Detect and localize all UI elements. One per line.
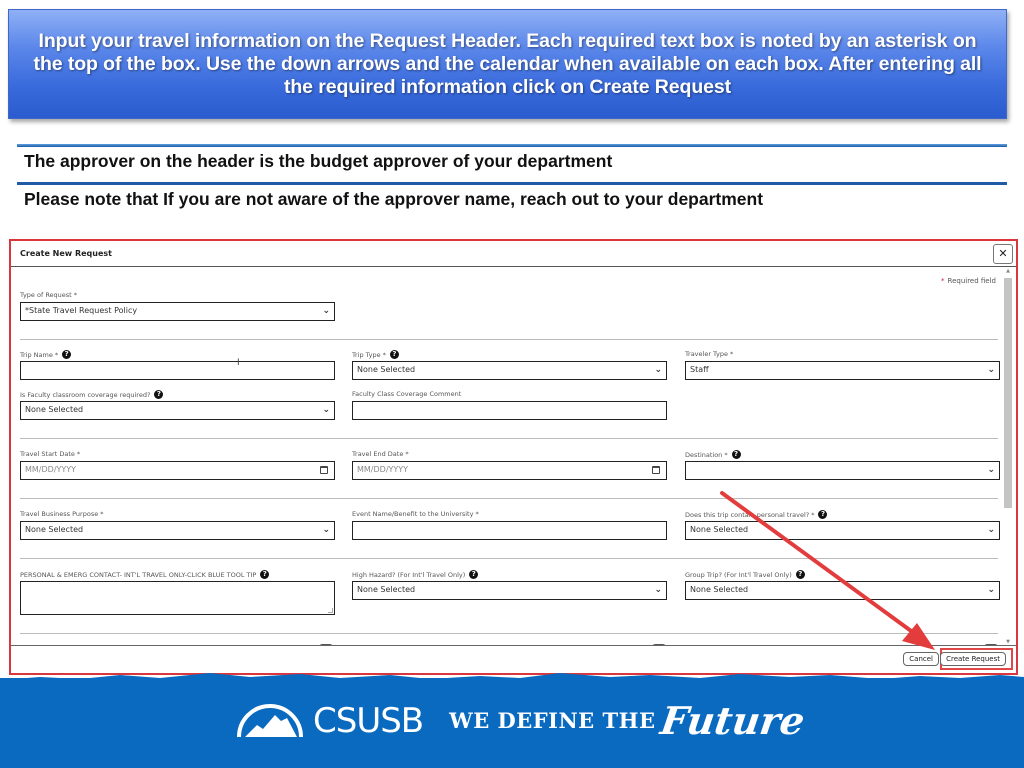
emergency-contact-textarea[interactable] <box>20 581 335 615</box>
brand-content: CSUSB WE DEFINE THE Future <box>235 698 808 743</box>
torn-edge <box>0 673 1024 684</box>
required-star: * <box>941 277 945 285</box>
type-of-request-select[interactable]: *State Travel Request Policy ⌄ <box>20 302 335 321</box>
chevron-down-icon: ⌄ <box>987 365 995 375</box>
close-button[interactable]: ✕ <box>993 244 1013 264</box>
resize-handle[interactable] <box>328 608 333 613</box>
section-divider <box>20 438 998 439</box>
dialog-header: Create New Request ✕ <box>11 241 1016 267</box>
start-date-input[interactable]: MM/DD/YYYY <box>20 461 335 480</box>
calendar-icon[interactable] <box>652 466 660 474</box>
event-name-input[interactable] <box>352 521 667 540</box>
help-icon[interactable]: ? <box>795 570 805 579</box>
help-icon[interactable]: ? <box>731 450 741 459</box>
chevron-down-icon: ⌄ <box>322 525 330 535</box>
tagline-script: Future <box>658 698 808 743</box>
chevron-down-icon: ⌄ <box>987 465 995 475</box>
high-hazard-select[interactable]: None Selected ⌄ <box>352 581 667 600</box>
close-icon: ✕ <box>998 247 1008 260</box>
chevron-down-icon: ⌄ <box>322 405 330 415</box>
personal-travel-select[interactable]: None Selected ⌄ <box>685 521 1000 540</box>
instruction-text: Input your travel information on the Req… <box>33 29 982 98</box>
text-cursor-icon: I <box>237 358 240 368</box>
end-date-input[interactable]: MM/DD/YYYY <box>352 461 667 480</box>
divider-rule <box>17 144 1007 147</box>
vertical-scrollbar[interactable]: ▲ ▼ <box>1002 268 1014 645</box>
emergency-contact-label: PERSONAL & EMERG CONTACT- INT'L TRAVEL O… <box>20 570 270 579</box>
chevron-down-icon: ⌄ <box>322 306 330 316</box>
help-icon[interactable]: ? <box>260 570 270 579</box>
csusb-mountain-logo-icon <box>237 703 303 737</box>
group-trip-label: Group Trip? (For Int'l Travel Only)? <box>685 570 805 579</box>
cancel-button[interactable]: Cancel <box>903 652 939 666</box>
trip-name-label: Trip Name *? <box>20 350 72 359</box>
trip-type-select[interactable]: None Selected ⌄ <box>352 361 667 380</box>
destination-label: Destination *? <box>685 450 741 459</box>
dialog-footer: Cancel Create Request <box>11 645 1016 673</box>
group-trip-select[interactable]: None Selected ⌄ <box>685 581 1000 600</box>
high-hazard-label: High Hazard? (For Int'l Travel Only)? <box>352 570 479 579</box>
create-request-dialog: Create New Request ✕ * Required field Typ… <box>9 239 1018 675</box>
type-of-request-label: Type of Request * <box>20 291 77 299</box>
end-date-label: Travel End Date * <box>352 450 409 458</box>
chevron-down-icon: ⌄ <box>987 525 995 535</box>
scrollbar-thumb[interactable] <box>1004 278 1012 508</box>
faculty-comment-label: Faculty Class Coverage Comment <box>352 390 462 398</box>
tagline: WE DEFINE THE <box>449 708 656 733</box>
section-divider <box>20 498 998 499</box>
traveler-type-select[interactable]: Staff ⌄ <box>685 361 1000 380</box>
help-icon[interactable]: ? <box>818 510 828 519</box>
instruction-banner: Input your travel information on the Req… <box>8 9 1007 119</box>
calendar-icon[interactable] <box>320 466 328 474</box>
business-purpose-label: Travel Business Purpose * <box>20 510 104 518</box>
required-field-note: * Required field <box>941 277 996 285</box>
create-request-button[interactable]: Create Request <box>940 652 1006 666</box>
start-date-label: Travel Start Date * <box>20 450 81 458</box>
destination-select[interactable]: ⌄ <box>685 461 1000 480</box>
section-divider <box>20 558 998 559</box>
faculty-coverage-select[interactable]: None Selected ⌄ <box>20 401 335 420</box>
trip-type-label: Trip Type *? <box>352 350 399 359</box>
dialog-title: Create New Request <box>20 249 112 258</box>
chevron-down-icon: ⌄ <box>654 585 662 595</box>
chevron-down-icon: ⌄ <box>654 365 662 375</box>
business-purpose-select[interactable]: None Selected ⌄ <box>20 521 335 540</box>
trip-name-input[interactable] <box>20 361 335 380</box>
approver-note: The approver on the header is the budget… <box>24 151 613 171</box>
help-icon[interactable]: ? <box>469 570 479 579</box>
section-divider <box>20 339 998 340</box>
divider-rule <box>17 182 1007 185</box>
personal-travel-label: Does this trip contain personal travel? *… <box>685 510 828 519</box>
help-icon[interactable]: ? <box>154 390 164 399</box>
section-divider <box>20 633 998 634</box>
approver-contact-note: Please note that If you are not aware of… <box>24 189 764 209</box>
scroll-up-icon[interactable]: ▲ <box>1002 268 1014 274</box>
faculty-comment-input[interactable] <box>352 401 667 420</box>
traveler-type-label: Traveler Type * <box>685 350 734 358</box>
event-name-label: Event Name/Benefit to the University * <box>352 510 479 518</box>
help-icon[interactable]: ? <box>389 350 399 359</box>
brand-footer: CSUSB WE DEFINE THE Future <box>0 673 1024 768</box>
dialog-body: * Required field Type of Request * *State … <box>11 268 1000 645</box>
help-icon[interactable]: ? <box>62 350 72 359</box>
chevron-down-icon: ⌄ <box>987 585 995 595</box>
faculty-coverage-label: Is Faculty classroom coverage required?? <box>20 390 164 399</box>
csusb-wordmark: CSUSB <box>313 700 424 741</box>
